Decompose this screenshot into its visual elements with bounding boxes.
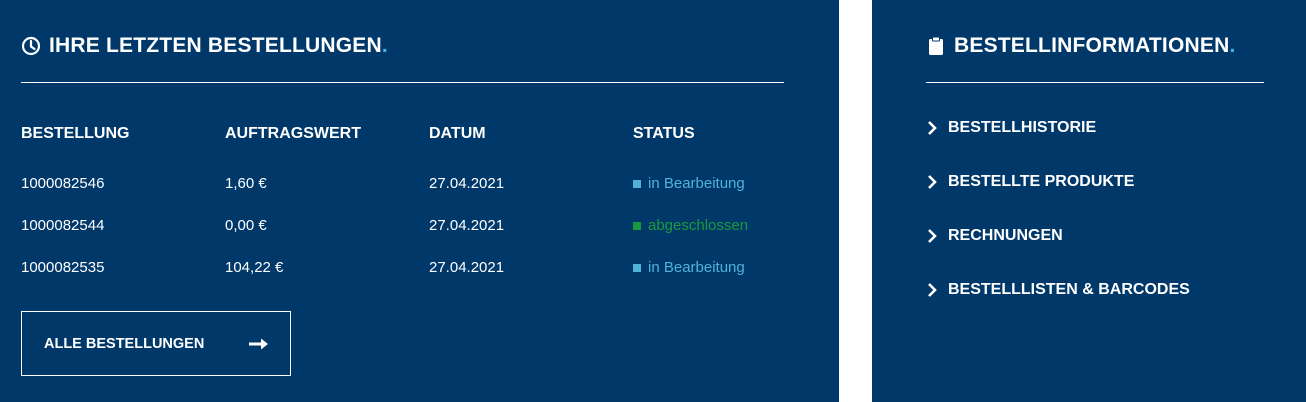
order-value: 0,00 € xyxy=(225,217,267,234)
status-square-icon xyxy=(633,179,641,188)
column-header-date: DATUM xyxy=(429,125,486,142)
column-header-status: STATUS xyxy=(633,125,695,142)
recent-orders-panel: IHRE LETZTEN BESTELLUNGEN. BESTELLUNG AU… xyxy=(0,0,839,402)
recent-orders-heading: IHRE LETZTEN BESTELLUNGEN. xyxy=(21,34,388,58)
link-label: BESTELLTE PRODUKTE xyxy=(948,173,1135,190)
order-date: 27.04.2021 xyxy=(429,217,505,234)
link-invoices[interactable]: RECHNUNGEN xyxy=(926,227,1063,245)
link-label: BESTELLHISTORIE xyxy=(948,119,1097,136)
order-value: 1,60 € xyxy=(225,175,267,192)
title-dot: . xyxy=(1229,34,1236,57)
all-orders-button-label: ALLE BESTELLUNGEN xyxy=(44,335,205,352)
title-dot: . xyxy=(381,34,388,57)
order-status-label: in Bearbeitung xyxy=(648,259,745,276)
order-date: 27.04.2021 xyxy=(429,175,505,192)
heading-divider xyxy=(21,82,784,83)
order-status: abgeschlossen xyxy=(633,217,748,234)
chevron-right-icon xyxy=(926,174,938,190)
heading-divider xyxy=(926,82,1264,83)
chevron-right-icon xyxy=(926,228,938,244)
link-ordered-products[interactable]: BESTELLTE PRODUKTE xyxy=(926,173,1134,191)
order-status: in Bearbeitung xyxy=(633,259,745,276)
link-label: BESTELLLISTEN & BARCODES xyxy=(948,281,1190,298)
order-number: 1000082544 xyxy=(21,217,105,234)
order-status: in Bearbeitung xyxy=(633,175,745,192)
column-header-value: AUFTRAGSWERT xyxy=(225,125,361,142)
chevron-right-icon xyxy=(926,120,938,136)
order-status-label: in Bearbeitung xyxy=(648,175,745,192)
order-info-panel: BESTELLINFORMATIONEN. BESTELLHISTORIE BE… xyxy=(872,0,1306,402)
clock-icon xyxy=(21,36,41,56)
all-orders-button[interactable]: ALLE BESTELLUNGEN xyxy=(21,311,291,376)
chevron-right-icon xyxy=(926,282,938,298)
order-status-label: abgeschlossen xyxy=(648,217,749,234)
status-square-icon xyxy=(633,221,641,230)
link-order-history[interactable]: BESTELLHISTORIE xyxy=(926,119,1096,137)
arrow-right-icon xyxy=(248,335,270,353)
order-date: 27.04.2021 xyxy=(429,259,505,276)
order-number: 1000082535 xyxy=(21,259,105,276)
link-order-lists-barcodes[interactable]: BESTELLLISTEN & BARCODES xyxy=(926,281,1190,299)
recent-orders-title: IHRE LETZTEN BESTELLUNGEN xyxy=(49,34,382,57)
order-value: 104,22 € xyxy=(225,259,284,276)
column-header-order: BESTELLUNG xyxy=(21,125,130,142)
clipboard-icon xyxy=(926,36,946,56)
order-info-title: BESTELLINFORMATIONEN xyxy=(954,34,1230,57)
order-info-heading: BESTELLINFORMATIONEN. xyxy=(926,34,1235,58)
order-number: 1000082546 xyxy=(21,175,105,192)
link-label: RECHNUNGEN xyxy=(948,227,1063,244)
status-square-icon xyxy=(633,263,641,272)
